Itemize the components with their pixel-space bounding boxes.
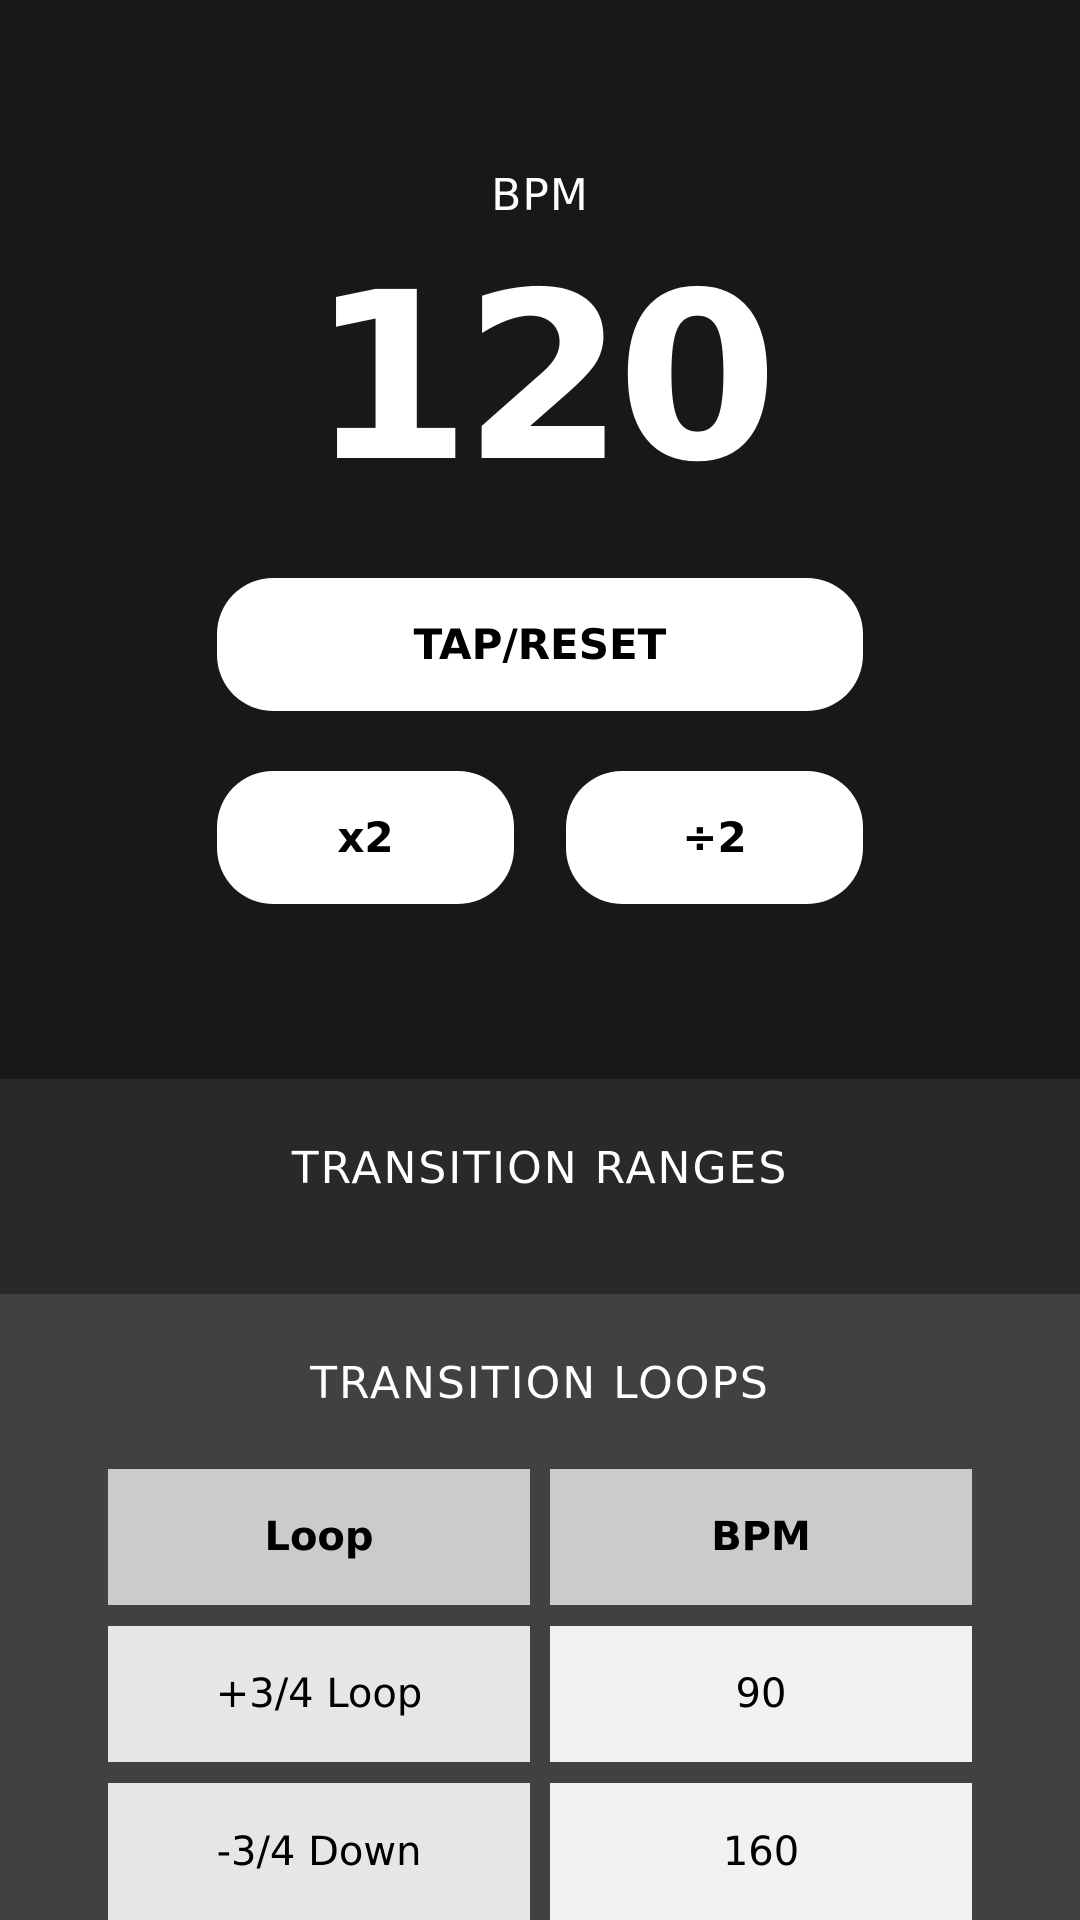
double-tempo-button[interactable]: x2 — [217, 771, 514, 904]
table-cell-loop: -3/4 Down — [108, 1783, 530, 1920]
tap-reset-button[interactable]: TAP/RESET — [217, 578, 863, 711]
bpm-label: BPM — [491, 170, 589, 221]
table-cell-bpm: 160 — [550, 1783, 972, 1920]
table-header-bpm: BPM — [550, 1469, 972, 1605]
bpm-panel — [0, 0, 1080, 1079]
transition-loops-title: TRANSITION LOOPS — [310, 1358, 770, 1409]
transition-ranges-title: TRANSITION RANGES — [291, 1143, 789, 1194]
table-header-loop: Loop — [108, 1469, 530, 1605]
table-cell-loop: +3/4 Loop — [108, 1626, 530, 1762]
half-tempo-button[interactable]: ÷2 — [566, 771, 863, 904]
table-cell-bpm: 90 — [550, 1626, 972, 1762]
bpm-value: 120 — [309, 243, 778, 513]
